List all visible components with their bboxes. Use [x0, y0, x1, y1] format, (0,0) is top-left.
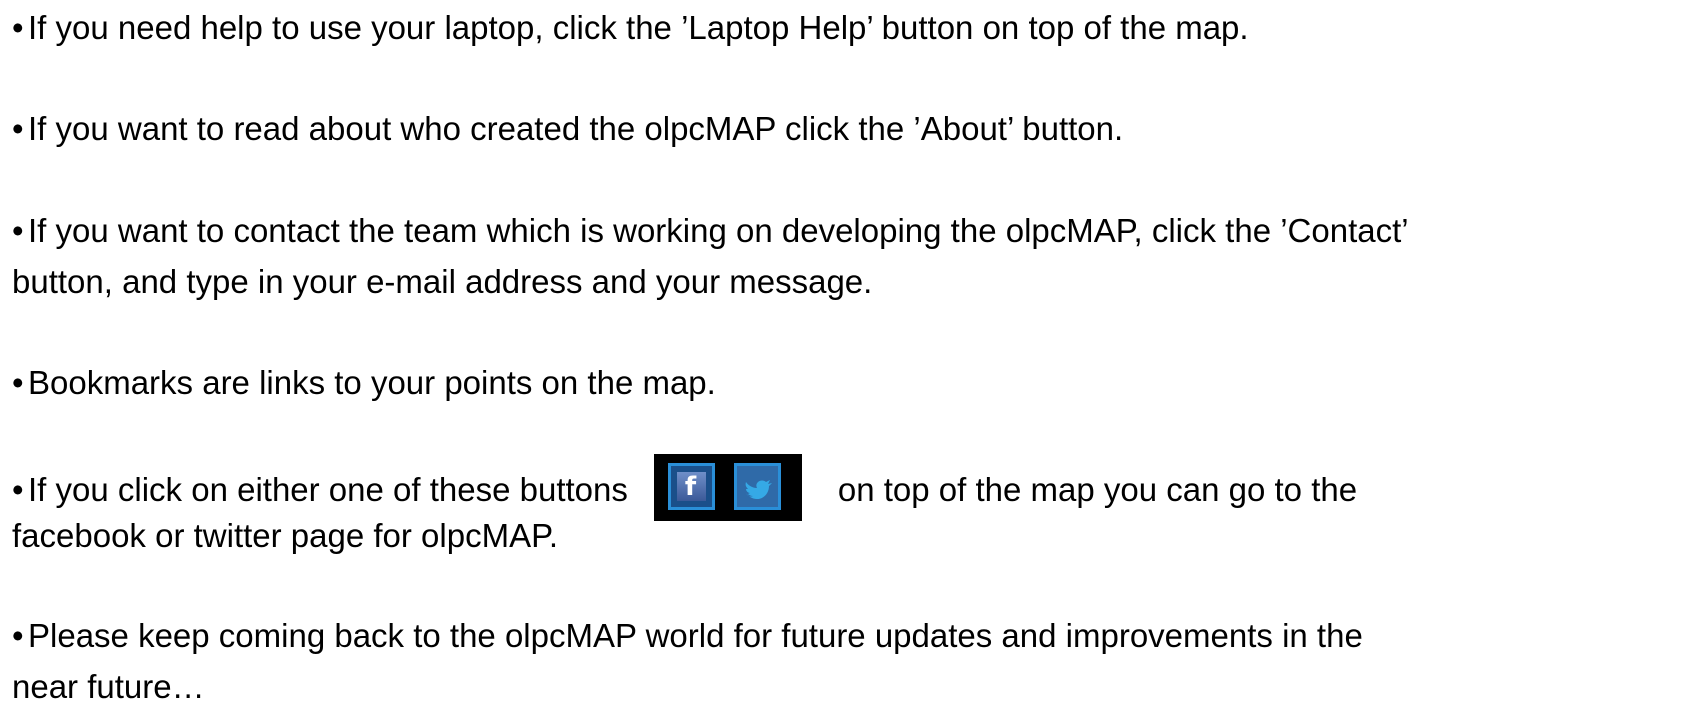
paragraph-text: near future… [12, 668, 205, 705]
facebook-glyph: f [684, 472, 697, 502]
paragraph-text: Please keep coming back to the olpcMAP w… [28, 617, 1363, 654]
facebook-button[interactable]: f [667, 463, 715, 510]
help-slide: • If you need help to use your laptop, cl… [12, 0, 1687, 707]
laptop-help-paragraph: • If you need help to use your laptop, cl… [12, 2, 1249, 53]
paragraph-text: Bookmarks are links to your points on th… [28, 364, 716, 401]
paragraph-text: button, and type in your e-mail address … [12, 263, 873, 300]
paragraph-text: If you need help to use your laptop, cli… [28, 9, 1249, 46]
bullet: • [12, 364, 24, 401]
bullet: • [12, 212, 24, 249]
paragraph-text: on top of the map you can go to the [837, 471, 1358, 509]
paragraph-line: • Please keep coming back to the olpcMAP … [12, 610, 1363, 661]
paragraph-text: If you want to contact the team which is… [28, 212, 1409, 249]
paragraph-line: • If you want to contact the team which i… [12, 205, 1409, 256]
social-buttons-group: f [653, 454, 802, 521]
paragraph-line: • Bookmarks are links to your points on t… [12, 357, 716, 408]
bullet: • [12, 110, 24, 147]
bullet: • [12, 471, 24, 509]
bullet: • [12, 9, 24, 46]
bullet: • [12, 617, 24, 654]
paragraph-line: • If you want to read about who created t… [12, 103, 1123, 154]
paragraph-line: near future… [12, 661, 1363, 712]
paragraph-text: facebook or twitter page for olpcMAP. [12, 517, 559, 554]
paragraph-line: • If you click on either one of these but… [12, 454, 1358, 521]
social-paragraph: • If you click on either one of these but… [12, 454, 1358, 561]
paragraph-text: If you click on either one of these butt… [28, 471, 628, 509]
paragraph-line: • If you need help to use your laptop, cl… [12, 2, 1249, 53]
about-paragraph: • If you want to read about who created t… [12, 103, 1123, 154]
twitter-bird-icon [740, 470, 774, 503]
twitter-bird-svg [745, 480, 772, 499]
twitter-button[interactable] [733, 463, 781, 510]
paragraph-line: button, and type in your e-mail address … [12, 256, 1409, 307]
closing-paragraph: • Please keep coming back to the olpcMAP … [12, 610, 1363, 712]
paragraph-text: If you want to read about who created th… [28, 110, 1124, 147]
bookmarks-paragraph: • Bookmarks are links to your points on t… [12, 357, 716, 408]
facebook-icon: f [676, 472, 706, 502]
contact-paragraph: • If you want to contact the team which i… [12, 205, 1409, 307]
